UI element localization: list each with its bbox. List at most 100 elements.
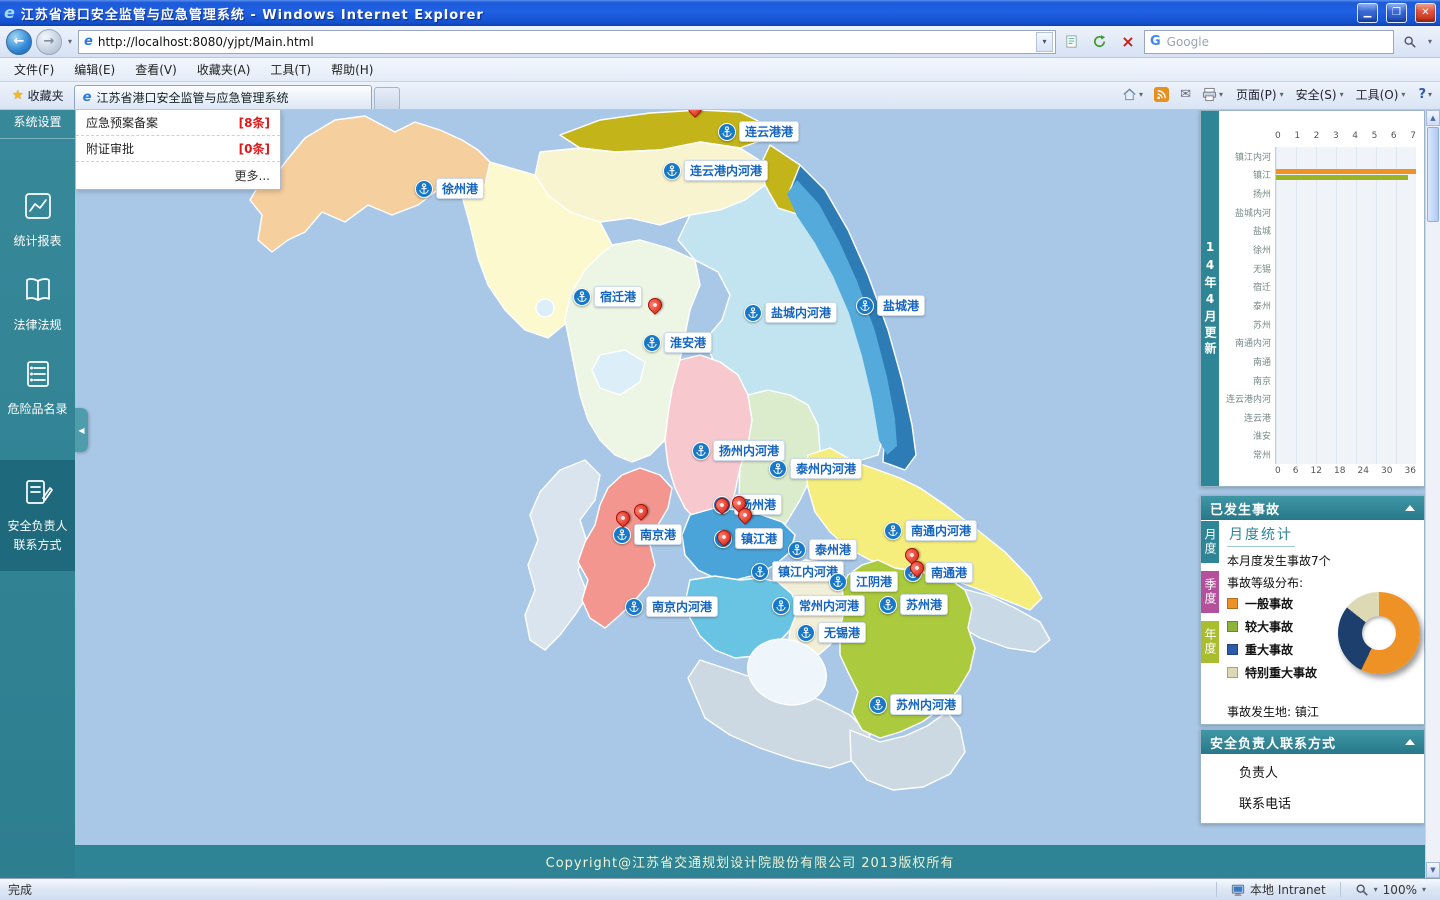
collapse-arrow-icon[interactable] [1405, 739, 1415, 745]
notice-label: 应急预案备案 [86, 114, 158, 131]
port-marker[interactable]: 淮安港 [643, 332, 712, 353]
chart-row-label: 镇江 [1221, 166, 1275, 185]
search-input[interactable]: Google [1167, 35, 1388, 49]
port-marker[interactable]: 连云港港 [718, 121, 799, 142]
port-marker[interactable]: 泰州内河港 [769, 458, 862, 479]
menu-item[interactable]: 工具(T) [260, 58, 321, 81]
anchor-icon [769, 460, 787, 478]
sidebar-item-统计报表[interactable]: 统计报表 [0, 179, 75, 263]
port-marker[interactable]: 苏州港 [879, 594, 948, 615]
feeds-button[interactable] [1150, 85, 1173, 104]
favorites-button[interactable]: ★ 收藏夹 [4, 83, 72, 109]
contact-rows: 负责人联系电话 [1201, 754, 1424, 823]
help-button[interactable]: ?▾ [1414, 85, 1436, 104]
anchor-icon [788, 541, 806, 559]
port-marker[interactable]: 宿迁港 [573, 286, 642, 307]
home-button[interactable]: ▾ [1118, 85, 1147, 104]
home-dropdown-icon[interactable]: ▾ [1139, 90, 1143, 99]
anchor-icon [744, 304, 762, 322]
read-mail-button[interactable]: ✉ [1176, 85, 1195, 104]
anchor-icon [625, 598, 643, 616]
vertical-scrollbar[interactable]: ▲ ▼ [1425, 110, 1440, 878]
accident-tab-年度[interactable]: 年度 [1201, 621, 1219, 663]
back-button[interactable]: ← [6, 29, 32, 55]
browser-tab[interactable]: e 江苏省港口安全监管与应急管理系统 [74, 85, 372, 109]
sidebar-item-system-settings[interactable]: 系统设置 [0, 110, 75, 139]
menu-item[interactable]: 查看(V) [125, 58, 187, 81]
port-marker[interactable]: 常州内河港 [772, 595, 865, 616]
menu-item[interactable]: 编辑(E) [64, 58, 125, 81]
zone-indicator: 本地 Intranet [1225, 881, 1332, 898]
browser-window: e 江苏省港口安全监管与应急管理系统 - Windows Internet Ex… [0, 0, 1440, 900]
history-dropdown-icon[interactable]: ▾ [66, 37, 74, 46]
scroll-up-button[interactable]: ▲ [1426, 110, 1440, 126]
new-tab-stub[interactable] [374, 87, 400, 109]
forward-button[interactable]: → [36, 29, 62, 55]
close-button[interactable]: ✕ [1415, 3, 1436, 23]
axis-tick: 24 [1358, 466, 1369, 480]
minimize-button[interactable]: ▁ [1357, 3, 1378, 23]
stop-button[interactable]: × [1116, 30, 1140, 54]
scroll-track[interactable] [1426, 126, 1440, 862]
toolbar-button[interactable]: 安全(S)▾ [1290, 83, 1350, 106]
map[interactable]: 应急预案备案[8条]附证审批[0条] 更多... ◀ 连云港港连云港内河港徐州港… [75, 110, 1425, 845]
print-dropdown-icon[interactable]: ▾ [1219, 90, 1223, 99]
chart-icon [23, 191, 53, 225]
port-marker[interactable]: 徐州港 [415, 178, 484, 199]
accident-tab-季度[interactable]: 季度 [1201, 571, 1219, 613]
legend-swatch [1227, 598, 1238, 609]
compatibility-button[interactable] [1060, 30, 1084, 54]
zone-label: 本地 Intranet [1250, 881, 1326, 898]
menu-item[interactable]: 文件(F) [4, 58, 64, 81]
search-box[interactable]: G Google [1144, 30, 1394, 54]
toolbar-button[interactable]: 工具(O)▾ [1350, 83, 1412, 106]
notice-row[interactable]: 附证审批[0条] [76, 136, 280, 162]
chart-row: 徐州 [1221, 240, 1416, 259]
zoom-level-dropdown-icon[interactable]: ▾ [1422, 885, 1426, 894]
port-marker[interactable]: 南通内河港 [884, 520, 977, 541]
sidebar-item-危险品名录[interactable]: 危险品名录 [0, 347, 75, 431]
port-marker[interactable]: 泰州港 [788, 539, 857, 560]
sidebar-item-法律法规[interactable]: 法律法规 [0, 263, 75, 347]
help-dropdown-icon[interactable]: ▾ [1428, 90, 1432, 99]
search-button[interactable] [1398, 30, 1422, 54]
notice-more-link[interactable]: 更多... [76, 162, 280, 189]
print-button[interactable]: ▾ [1198, 85, 1227, 104]
zoom-dropdown-icon[interactable]: ▾ [1374, 885, 1378, 894]
sidebar-collapse-handle[interactable]: ◀ [75, 408, 88, 452]
help-icon: ? [1418, 87, 1426, 102]
port-marker[interactable]: 江阴港 [829, 571, 898, 592]
port-marker[interactable]: 苏州内河港 [869, 694, 962, 715]
url-field[interactable]: e http://localhost:8080/yjpt/Main.html ▾ [78, 30, 1056, 54]
chart-row-label: 徐州 [1221, 240, 1275, 259]
sidebar-item-安全负责人联系方式[interactable]: 安全负责人联系方式 [0, 460, 75, 571]
menu-item[interactable]: 收藏夹(A) [187, 58, 261, 81]
port-marker[interactable]: 连云港内河港 [663, 160, 768, 181]
zoom-control[interactable]: ▾ 100% ▾ [1349, 883, 1432, 897]
chart-rows: 镇江内河镇江扬州盐城内河盐城徐州无锡宿迁泰州苏州南通内河南通南京连云港内河连云港… [1221, 147, 1416, 464]
toolbar-button[interactable]: 页面(P)▾ [1230, 83, 1290, 106]
port-marker[interactable]: 盐城港 [856, 295, 925, 316]
port-marker[interactable]: 南京内河港 [625, 596, 718, 617]
legend-swatch [1227, 621, 1238, 632]
url-text[interactable]: http://localhost:8080/yjpt/Main.html [98, 35, 1031, 49]
maximize-button[interactable]: ❐ [1386, 3, 1407, 23]
collapse-arrow-icon[interactable] [1405, 505, 1415, 511]
chart-update-label: 14年4月更新 [1201, 111, 1219, 486]
refresh-button[interactable] [1088, 30, 1112, 54]
accident-panel-header[interactable]: 已发生事故 [1201, 496, 1424, 520]
port-marker[interactable]: 无锡港 [797, 622, 866, 643]
chart-row-label: 常州 [1221, 445, 1275, 464]
url-dropdown-button[interactable]: ▾ [1036, 32, 1053, 52]
scroll-thumb[interactable] [1427, 127, 1439, 222]
port-marker[interactable]: 盐城内河港 [744, 302, 837, 323]
search-dropdown-icon[interactable]: ▾ [1426, 37, 1434, 46]
menu-item[interactable]: 帮助(H) [321, 58, 383, 81]
contact-panel-header[interactable]: 安全负责人联系方式 [1201, 730, 1424, 754]
chart-row: 镇江内河 [1221, 147, 1416, 166]
scroll-down-button[interactable]: ▼ [1426, 862, 1440, 878]
notice-row[interactable]: 应急预案备案[8条] [76, 110, 280, 136]
intranet-zone-icon [1231, 883, 1245, 897]
stop-icon: × [1121, 34, 1134, 50]
accident-tab-月度[interactable]: 月度 [1201, 521, 1219, 563]
